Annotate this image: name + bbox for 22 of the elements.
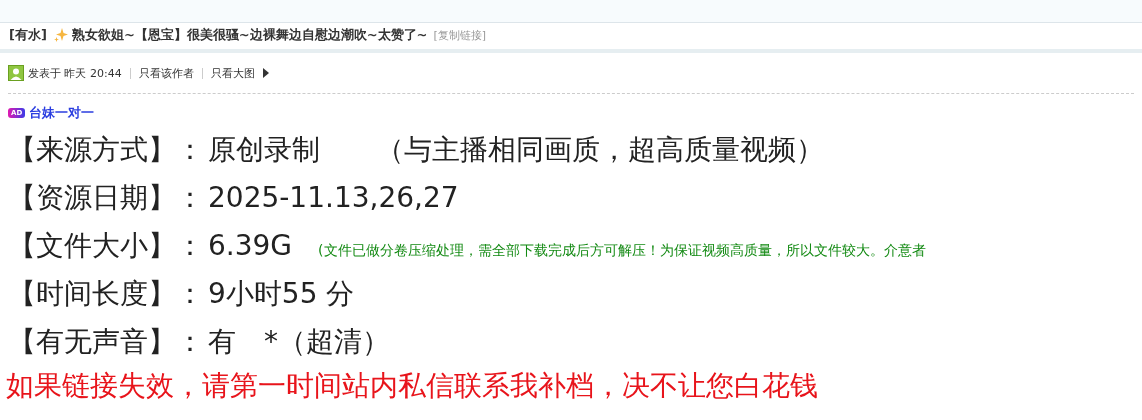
detail-note: (文件已做分卷压缩处理，需全部下载完成后方可解压！为保证视频高质量，所以文件较大。介意者 [318, 241, 926, 260]
filter-link[interactable]: 只看该作者 [138, 65, 194, 81]
post-time: 发表于 昨天 20:44 [28, 65, 122, 81]
detail-value: 9小时55 分 [208, 276, 355, 312]
filter-link[interactable]: 只看大图 [210, 65, 255, 81]
detail-note: （与主播相同画质，超高质量视频） [376, 132, 824, 168]
detail-label: 【文件大小】： [8, 228, 204, 264]
detail-value: 有 *（超清） [208, 324, 390, 360]
thread-category[interactable]: [有水] [9, 26, 47, 44]
notice-text: 如果链接失效，请第一时间站内私信联系我补档，决不让您白花钱 [5, 368, 819, 404]
detail-label: 【资源日期】： [8, 180, 204, 216]
detail-label: 【时间长度】： [8, 276, 204, 312]
user-icon [8, 65, 24, 81]
sparkle-icon [52, 27, 69, 43]
detail-label: 【有无声音】： [8, 324, 204, 360]
ad-link[interactable]: 台妹一对一 [29, 104, 95, 122]
detail-value: 2025-11.13,26,27 [208, 180, 459, 216]
detail-value: 6.39G [208, 228, 293, 264]
detail-value: 原创录制 [208, 132, 320, 168]
thread-title: 熟女欲姐~【恩宝】很美很骚~边裸舞边自慰边潮吹~太赞了~ [71, 26, 428, 44]
caret-icon[interactable] [262, 68, 269, 78]
detail-label: 【来源方式】： [8, 132, 204, 168]
